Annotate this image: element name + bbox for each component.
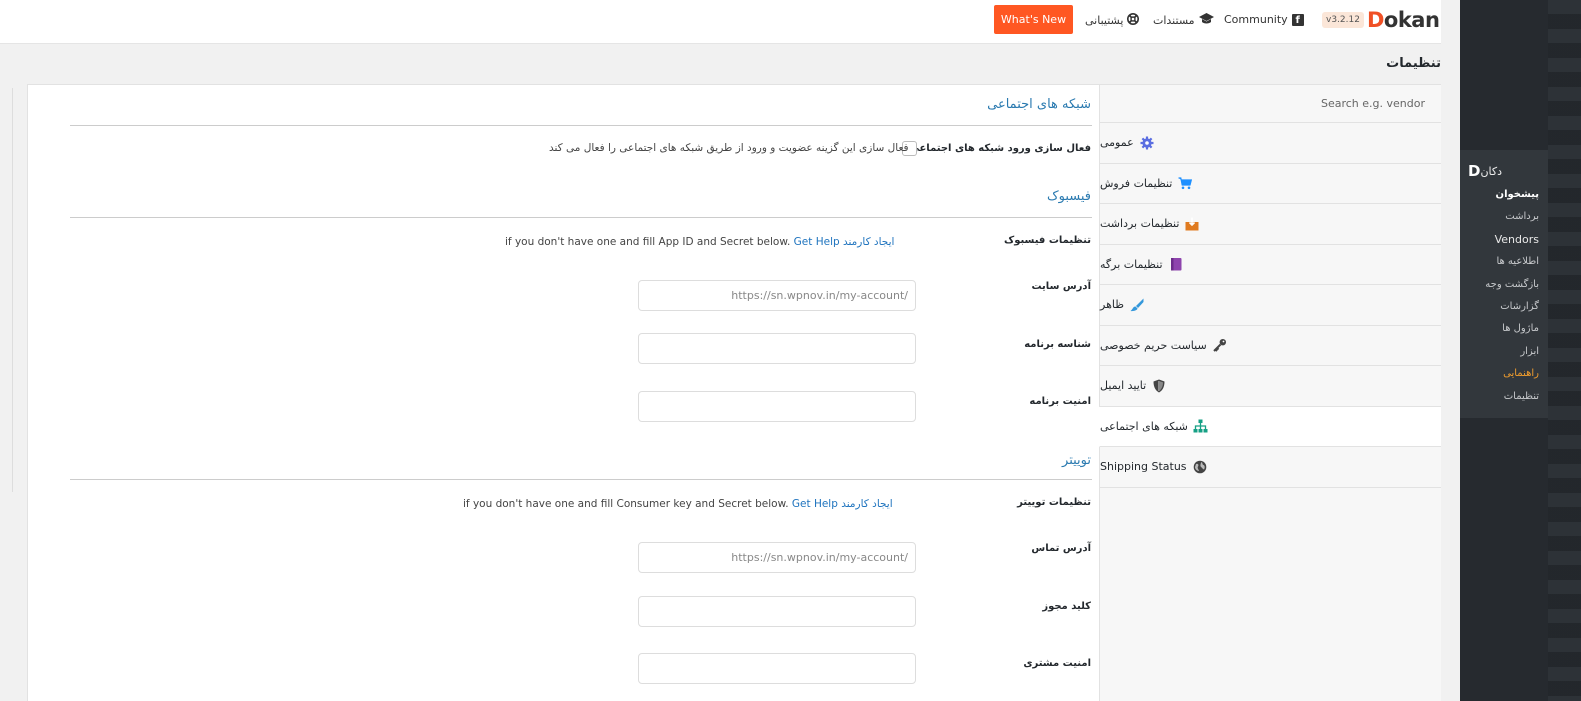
sidebar-background-pattern	[1548, 0, 1581, 701]
wp-menu-item-vendors[interactable]: Vendors	[1460, 229, 1548, 251]
twitter-settings-label: تنظیمات توییتر	[1017, 497, 1091, 508]
key-icon	[1212, 338, 1227, 352]
facebook-divider	[70, 217, 1092, 218]
tab-general-label: عمومی	[1100, 136, 1134, 150]
graduation-cap-icon	[1198, 13, 1214, 28]
twitter-consumer-key-input[interactable]	[638, 596, 916, 627]
social-divider	[70, 125, 1092, 126]
tab-social[interactable]: شبکه های اجتماعی	[1099, 406, 1441, 447]
twitter-section-title: توییتر	[1062, 453, 1091, 468]
facebook-settings-label: تنظیمات فیسبوک	[1003, 235, 1091, 246]
cart-icon	[1178, 176, 1193, 190]
twitter-consumer-secret-label: امنیت مشتری	[1023, 658, 1091, 669]
whats-new-button[interactable]: What's New	[994, 5, 1073, 34]
wp-menu-item-help[interactable]: راهنمایی	[1460, 363, 1548, 385]
shield-icon	[1152, 379, 1166, 393]
page-icon	[1169, 257, 1183, 271]
docs-label: مستندات	[1153, 14, 1195, 27]
version-badge: v3.2.12	[1322, 12, 1364, 28]
left-divider	[12, 88, 13, 492]
twitter-divider	[70, 479, 1092, 480]
tab-selling-label: تنظیمات فروش	[1100, 176, 1173, 190]
enable-social-login-desc: فعال سازی این گزینه عضویت و ورود از طریق…	[549, 142, 909, 154]
wp-menu-item-dashboard[interactable]: پیشخوان	[1460, 184, 1548, 206]
support-link[interactable]: پشتیبانی	[1085, 13, 1140, 28]
enable-social-login-label: فعال سازی ورود شبکه های اجتماعی	[909, 143, 1091, 154]
facebook-app-id-label: شناسه برنامه	[1024, 339, 1091, 350]
dokan-logo: Dokan	[1366, 8, 1440, 32]
tab-withdraw[interactable]: تنظیمات برداشت	[1100, 204, 1441, 245]
settings-search[interactable]: Search e.g. vendor	[1100, 85, 1441, 123]
facebook-app-secret-input[interactable]	[638, 391, 916, 422]
facebook-get-help-link[interactable]: Get Help	[794, 236, 840, 248]
settings-panel: Search e.g. vendor عمومی تنظیمات فروش تن…	[27, 84, 1441, 701]
support-label: پشتیبانی	[1085, 14, 1124, 27]
gear-icon	[1140, 136, 1154, 150]
settings-search-placeholder: Search e.g. vendor	[1320, 97, 1425, 110]
tab-page[interactable]: تنظیمات برگه	[1100, 245, 1441, 285]
lifebuoy-icon	[1127, 13, 1140, 28]
sitemap-icon	[1193, 419, 1208, 433]
wp-menu-item-reports[interactable]: گزارشات	[1460, 296, 1548, 318]
wp-menu-item-tools[interactable]: ابزار	[1460, 341, 1548, 363]
twitter-get-help-link[interactable]: Get Help	[792, 498, 838, 510]
social-section-title: شبکه های اجتماعی	[987, 97, 1091, 112]
tab-appearance[interactable]: ظاهر	[1100, 285, 1441, 326]
facebook-app-id-input[interactable]	[638, 333, 916, 364]
twitter-consumer-secret-input[interactable]	[638, 653, 916, 684]
twitter-settings-desc: if you don't have one and fill Consumer …	[463, 498, 893, 510]
wp-menu-item-modules[interactable]: ماژول ها	[1460, 318, 1548, 340]
tab-withdraw-label: تنظیمات برداشت	[1100, 217, 1180, 231]
facebook-site-url-label: آدرس سایت	[1031, 281, 1091, 292]
facebook-site-url-input[interactable]	[638, 280, 916, 311]
twitter-consumer-key-label: کلید مجوز	[1042, 601, 1091, 612]
twitter-callback-url-input[interactable]	[638, 542, 916, 573]
tab-privacy[interactable]: سیاست حریم خصوصی	[1100, 326, 1441, 366]
settings-tabs: Search e.g. vendor عمومی تنظیمات فروش تن…	[1099, 85, 1441, 701]
dokan-header: v3.2.12 Dokan Community f مستندات پشتیبا…	[0, 0, 1441, 44]
wp-menu-item-withdraw[interactable]: برداشت	[1460, 206, 1548, 228]
facebook-icon: f	[1291, 13, 1304, 26]
tab-page-label: تنظیمات برگه	[1100, 257, 1163, 271]
tab-selling[interactable]: تنظیمات فروش	[1100, 164, 1441, 204]
wp-menu-item-refunds[interactable]: بازگشت وجه	[1460, 274, 1548, 296]
dokan-menu-head[interactable]: دکان D	[1460, 158, 1548, 184]
facebook-create-app-link[interactable]: ایجاد کارمند	[843, 236, 894, 248]
tab-privacy-label: سیاست حریم خصوصی	[1100, 338, 1207, 352]
tab-shipping-status[interactable]: Shipping Status	[1100, 447, 1441, 488]
facebook-app-secret-label: امنیت برنامه	[1029, 396, 1091, 407]
twitter-callback-url-label: آدرس تماس	[1031, 543, 1091, 554]
tab-social-label: شبکه های اجتماعی	[1100, 419, 1188, 433]
facebook-settings-desc: if you don't have one and fill App ID an…	[505, 236, 895, 248]
tab-shipping-status-label: Shipping Status	[1100, 460, 1187, 474]
community-link[interactable]: Community f	[1224, 13, 1304, 26]
tab-general[interactable]: عمومی	[1100, 123, 1441, 164]
wp-menu-item-settings[interactable]: تنظیمات	[1460, 386, 1548, 408]
wp-admin-sidebar: دکان D پیشخوان برداشت Vendors اطلاعیه ها…	[1460, 0, 1581, 701]
tab-email-verification[interactable]: تایید ایمیل	[1100, 366, 1441, 407]
dokan-logo-icon: D	[1468, 162, 1481, 180]
tab-appearance-label: ظاهر	[1100, 298, 1124, 312]
dokan-submenu: دکان D پیشخوان برداشت Vendors اطلاعیه ها…	[1460, 150, 1548, 418]
tab-email-verification-label: تایید ایمیل	[1100, 379, 1147, 393]
twitter-create-app-link[interactable]: ایجاد کارمند	[841, 498, 892, 510]
dokan-menu-label: دکان	[1480, 164, 1503, 178]
dokan-brand: v3.2.12 Dokan	[1322, 8, 1440, 32]
brush-icon	[1130, 298, 1144, 312]
wp-menu-item-announcements[interactable]: اطلاعیه ها	[1460, 251, 1548, 273]
facebook-section-title: فیسبوک	[1046, 189, 1091, 204]
community-label: Community	[1224, 13, 1288, 26]
page-title: تنظیمات	[1386, 56, 1441, 71]
globe-icon	[1193, 460, 1207, 474]
withdraw-icon	[1185, 217, 1199, 231]
docs-link[interactable]: مستندات	[1153, 13, 1214, 28]
